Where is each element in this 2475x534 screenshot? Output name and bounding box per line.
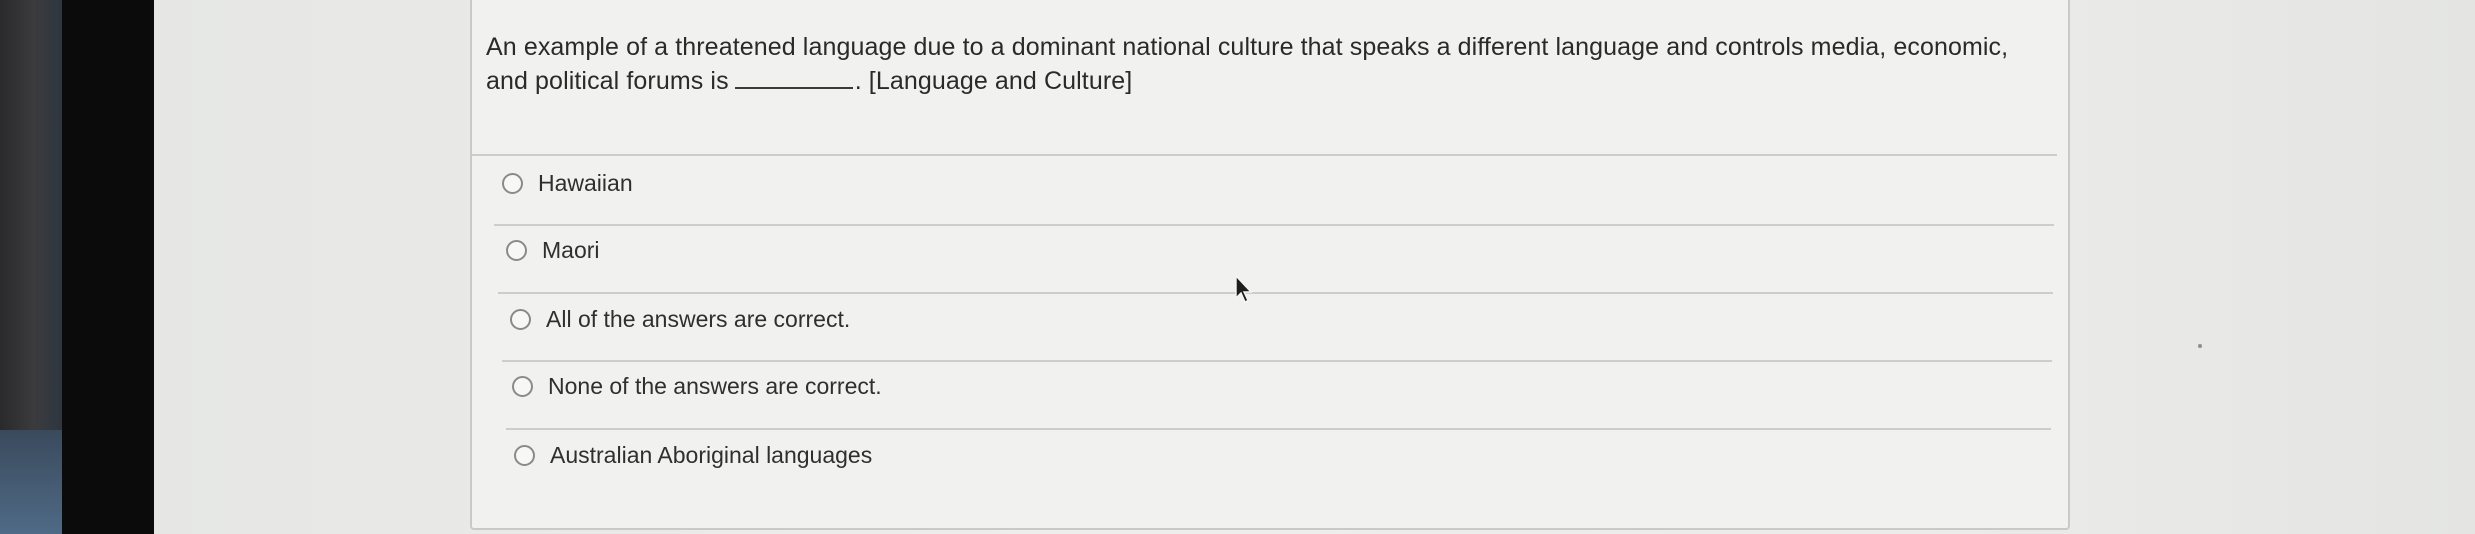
- arrow-pointer-icon: [1235, 274, 1253, 303]
- radio-button-icon[interactable]: [506, 239, 527, 261]
- monitor-bezel-inner: [62, 0, 154, 534]
- screen-area: An example of a threatened language due …: [154, 0, 2475, 534]
- question-text: An example of a threatened language due …: [486, 30, 2046, 98]
- radio-button-icon[interactable]: [514, 444, 535, 466]
- radio-button-icon[interactable]: [510, 308, 531, 330]
- answer-option-label: Australian Aboriginal languages: [550, 441, 873, 468]
- radio-button-icon[interactable]: [502, 172, 523, 194]
- answer-blank: [734, 87, 853, 89]
- question-card: An example of a threatened language due …: [470, 0, 2202, 530]
- question-topic: . [Language and Culture]: [854, 67, 1133, 95]
- radio-button-icon[interactable]: [512, 375, 533, 397]
- answer-option-label: Hawaiian: [538, 169, 633, 196]
- answer-option-all-correct[interactable]: All of the answers are correct.: [510, 302, 850, 336]
- question-divider: [472, 154, 2057, 156]
- option-divider: [506, 428, 2051, 430]
- monitor-bezel-reflection: [0, 430, 62, 534]
- option-divider: [502, 360, 2052, 362]
- option-divider: [494, 224, 2054, 226]
- answer-option-hawaiian[interactable]: Hawaiian: [502, 166, 633, 200]
- answer-option-label: Maori: [542, 236, 600, 263]
- answer-option-label: None of the answers are correct.: [548, 372, 882, 399]
- question-stem: An example of a threatened language due …: [486, 33, 2009, 95]
- answer-option-none-correct[interactable]: None of the answers are correct.: [512, 369, 882, 403]
- answer-option-aboriginal[interactable]: Australian Aboriginal languages: [514, 438, 872, 472]
- screen-speck: [2198, 344, 2202, 348]
- answer-option-maori[interactable]: Maori: [506, 233, 600, 267]
- option-divider: [498, 292, 2053, 294]
- answer-option-label: All of the answers are correct.: [546, 305, 851, 332]
